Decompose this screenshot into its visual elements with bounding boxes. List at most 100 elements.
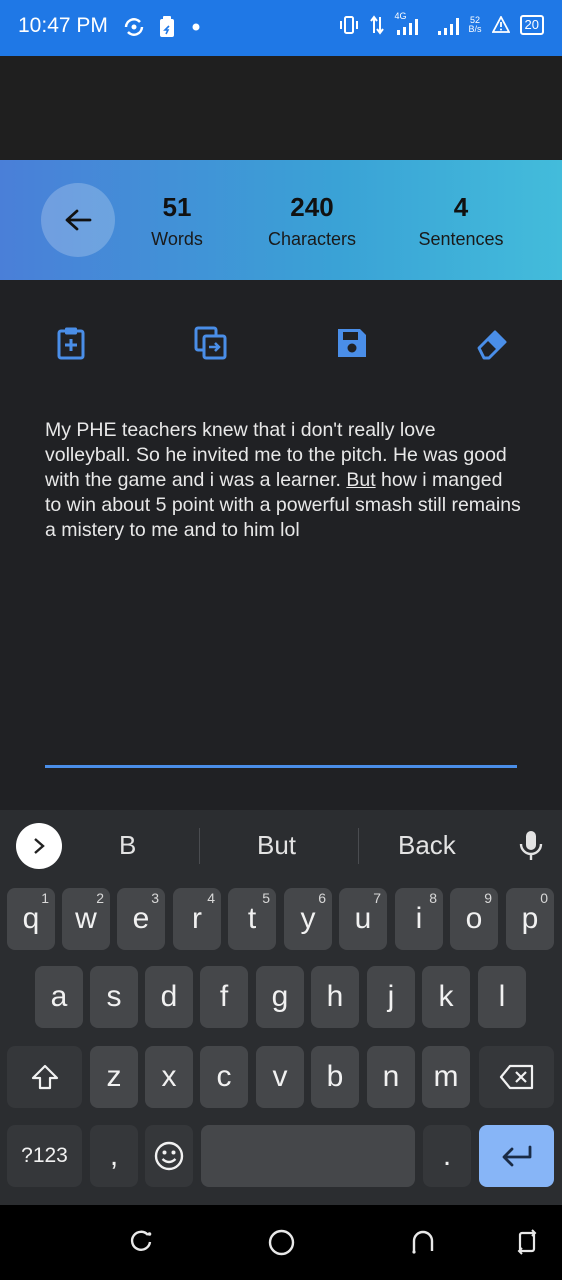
key-k[interactable]: k xyxy=(422,966,470,1028)
suggestion-1[interactable]: B xyxy=(119,830,136,861)
key-o[interactable]: o9 xyxy=(450,888,498,950)
keyboard: B But Back q1 w2 e3 r4 t5 y6 u7 i8 o9 p0… xyxy=(0,810,562,1205)
key-u[interactable]: u7 xyxy=(339,888,387,950)
key-w-label: w xyxy=(75,902,97,935)
sentences-label: Sentences xyxy=(418,229,504,249)
emoji-key[interactable] xyxy=(145,1125,193,1187)
backspace-icon xyxy=(499,1064,533,1090)
key-i[interactable]: i8 xyxy=(395,888,443,950)
arrow-left-icon xyxy=(65,209,92,231)
key-u-hint: 7 xyxy=(373,890,381,906)
words-stat: 51 Words xyxy=(137,192,217,250)
suggestion-divider xyxy=(199,828,200,864)
editor-area: My PHE teachers knew that i don't really… xyxy=(0,280,562,810)
shift-icon xyxy=(31,1064,58,1090)
status-bar: 10:47 PM 4G 52 B/s 20 xyxy=(0,0,562,56)
key-s[interactable]: s xyxy=(90,966,138,1028)
key-h[interactable]: h xyxy=(311,966,359,1028)
copy-icon[interactable] xyxy=(194,326,228,360)
symbols-key[interactable]: ?123 xyxy=(7,1125,82,1187)
key-f[interactable]: f xyxy=(200,966,248,1028)
key-t-label: t xyxy=(247,902,257,935)
key-e[interactable]: e3 xyxy=(117,888,165,950)
key-w-hint: 2 xyxy=(96,890,104,906)
key-i-label: i xyxy=(415,902,423,935)
expand-toolbar-button[interactable] xyxy=(16,823,62,869)
network-group: 4G xyxy=(395,12,427,36)
key-r[interactable]: r4 xyxy=(173,888,221,950)
period-key[interactable]: . xyxy=(423,1125,471,1187)
key-i-hint: 8 xyxy=(429,890,437,906)
home-icon[interactable] xyxy=(268,1229,295,1256)
key-g[interactable]: g xyxy=(256,966,304,1028)
microphone-icon[interactable] xyxy=(518,830,544,862)
key-l[interactable]: l xyxy=(478,966,526,1028)
signal-icon-2 xyxy=(437,18,459,35)
key-e-label: e xyxy=(132,902,150,935)
key-p-hint: 0 xyxy=(540,890,548,906)
key-p-label: p xyxy=(521,902,539,935)
key-r-label: r xyxy=(192,902,202,935)
key-w[interactable]: w2 xyxy=(62,888,110,950)
signal-icon xyxy=(396,19,418,35)
key-q-label: q xyxy=(22,902,40,935)
back-nav-icon[interactable] xyxy=(410,1229,436,1255)
navigation-bar xyxy=(0,1205,562,1280)
key-x[interactable]: x xyxy=(145,1046,193,1108)
eraser-icon[interactable] xyxy=(475,326,509,360)
suggestion-strip: B But Back xyxy=(0,810,562,880)
key-q[interactable]: q1 xyxy=(7,888,55,950)
save-icon[interactable] xyxy=(335,326,369,360)
dot-icon xyxy=(192,23,200,31)
key-j[interactable]: j xyxy=(367,966,415,1028)
key-p[interactable]: p0 xyxy=(506,888,554,950)
status-left-icons xyxy=(122,16,204,38)
rotate-icon[interactable] xyxy=(516,1229,538,1255)
key-t-hint: 5 xyxy=(262,890,270,906)
sentences-count: 4 xyxy=(453,192,469,222)
characters-count: 240 xyxy=(290,192,334,222)
key-u-label: u xyxy=(354,902,372,935)
status-right: 4G 52 B/s 20 xyxy=(339,12,544,36)
top-blank-area xyxy=(0,56,562,160)
key-d[interactable]: d xyxy=(145,966,193,1028)
warning-icon xyxy=(491,16,510,33)
space-key[interactable] xyxy=(201,1125,415,1187)
underlined-word: But xyxy=(346,469,376,491)
enter-icon xyxy=(502,1145,531,1167)
sentences-stat: 4 Sentences xyxy=(411,192,511,250)
key-t[interactable]: t5 xyxy=(228,888,276,950)
key-e-hint: 3 xyxy=(151,890,159,906)
text-input[interactable]: My PHE teachers knew that i don't really… xyxy=(45,418,523,543)
battery-icon: 20 xyxy=(519,15,544,35)
key-y[interactable]: y6 xyxy=(284,888,332,950)
key-v[interactable]: v xyxy=(256,1046,304,1108)
key-m[interactable]: m xyxy=(422,1046,470,1108)
key-r-hint: 4 xyxy=(207,890,215,906)
status-time: 10:47 PM xyxy=(18,14,108,37)
key-a[interactable]: a xyxy=(35,966,83,1028)
chevron-right-icon xyxy=(34,838,45,854)
speed-indicator: 52 B/s xyxy=(469,16,482,34)
key-o-hint: 9 xyxy=(484,890,492,906)
suggestion-3[interactable]: Back xyxy=(398,830,456,861)
words-count: 51 xyxy=(162,192,192,222)
input-underline xyxy=(45,765,517,768)
shift-key[interactable] xyxy=(7,1046,82,1108)
paste-icon[interactable] xyxy=(54,326,88,360)
key-c[interactable]: c xyxy=(200,1046,248,1108)
key-n[interactable]: n xyxy=(367,1046,415,1108)
key-b[interactable]: b xyxy=(311,1046,359,1108)
recent-apps-icon[interactable] xyxy=(128,1229,154,1255)
sync-icon xyxy=(124,18,144,36)
comma-key[interactable]: , xyxy=(90,1125,138,1187)
clipboard-icon xyxy=(160,16,174,37)
enter-key[interactable] xyxy=(479,1125,554,1187)
stats-header: 51 Words 240 Characters 4 Sentences xyxy=(0,160,562,280)
back-button[interactable] xyxy=(41,183,115,257)
key-z[interactable]: z xyxy=(90,1046,138,1108)
data-arrows-icon xyxy=(369,15,384,35)
characters-label: Characters xyxy=(267,229,357,249)
suggestion-2[interactable]: But xyxy=(257,830,296,861)
backspace-key[interactable] xyxy=(479,1046,554,1108)
